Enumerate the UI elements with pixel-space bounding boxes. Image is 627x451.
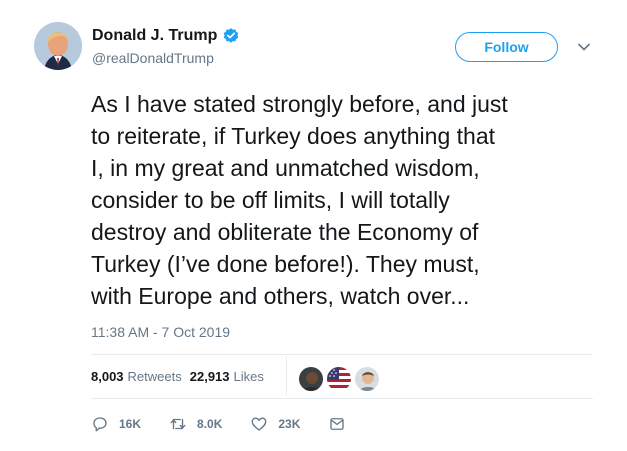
tweet-timestamp[interactable]: 11:38 AM - 7 Oct 2019 <box>91 324 230 340</box>
tweet-actions: 16K 8.0K 23K <box>91 414 384 434</box>
verified-badge-icon <box>224 28 239 43</box>
retweet-button[interactable]: 8.0K <box>169 415 222 433</box>
liker-avatar-flag[interactable] <box>326 366 352 392</box>
author-info[interactable]: Donald J. Trump @realDonaldTrump <box>92 26 240 66</box>
liker-avatar-1[interactable] <box>298 366 324 392</box>
author-handle[interactable]: @realDonaldTrump <box>92 50 240 66</box>
person-avatar-icon <box>355 367 379 391</box>
divider <box>91 354 593 355</box>
like-count: 23K <box>278 417 301 431</box>
heart-icon <box>251 417 267 431</box>
divider <box>91 398 593 399</box>
us-flag-icon <box>327 367 351 391</box>
retweets-count[interactable]: 8,003 <box>91 369 124 384</box>
avatar-icon <box>34 22 82 70</box>
follow-button[interactable]: Follow <box>455 32 558 62</box>
reply-icon <box>93 417 107 432</box>
retweet-count: 8.0K <box>197 417 223 431</box>
retweets-label[interactable]: Retweets <box>128 369 182 384</box>
tweet-stats: 8,003 Retweets 22,913 Likes <box>91 366 264 386</box>
envelope-icon <box>330 418 345 430</box>
liker-avatars <box>298 366 382 392</box>
reply-button[interactable]: 16K <box>91 415 141 433</box>
stats-separator <box>286 356 287 396</box>
like-button[interactable]: 23K <box>250 415 300 433</box>
author-avatar[interactable] <box>34 22 82 70</box>
likes-count[interactable]: 22,913 <box>190 369 230 384</box>
likes-label[interactable]: Likes <box>234 369 264 384</box>
person-avatar-icon <box>299 367 323 391</box>
reply-count: 16K <box>119 417 142 431</box>
tweet-text: As I have stated strongly before, and ju… <box>91 91 508 309</box>
retweet-icon <box>170 418 186 430</box>
direct-message-button[interactable] <box>328 415 356 433</box>
chevron-down-icon[interactable] <box>577 40 591 54</box>
author-name[interactable]: Donald J. Trump <box>92 27 217 45</box>
liker-avatar-3[interactable] <box>354 366 380 392</box>
